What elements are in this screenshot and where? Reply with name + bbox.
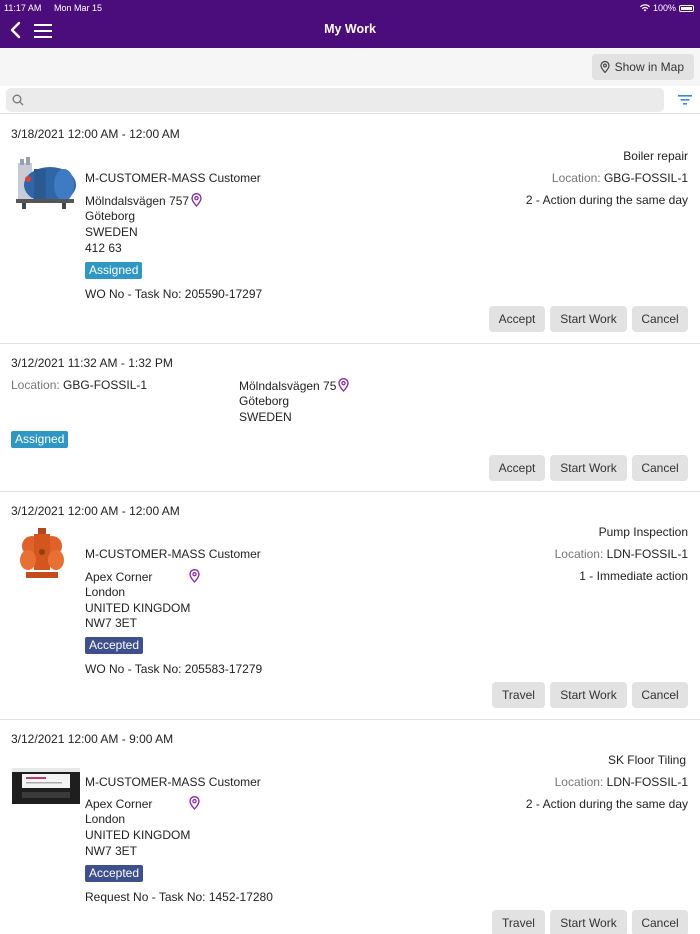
show-in-map-label: Show in Map bbox=[614, 60, 684, 74]
address-line-1: Mölndalsvägen 757 bbox=[85, 193, 202, 208]
location-label: Location: bbox=[554, 547, 604, 561]
address-country: SWEDEN bbox=[239, 410, 292, 424]
customer-name: M-CUSTOMER-MASS Customer bbox=[85, 775, 261, 789]
address-city: London bbox=[85, 585, 126, 599]
status-right: 100% bbox=[639, 2, 694, 14]
map-pin-icon[interactable] bbox=[338, 378, 350, 392]
wifi-icon bbox=[639, 4, 650, 12]
location-value: GBG-FOSSIL-1 bbox=[63, 378, 148, 392]
status-badge: Accepted bbox=[85, 865, 144, 882]
address-street: Mölndalsvägen 757 bbox=[85, 194, 190, 208]
start-work-button[interactable]: Start Work bbox=[550, 682, 627, 708]
battery-icon bbox=[679, 4, 694, 12]
status-badge: Assigned bbox=[85, 262, 143, 279]
work-item-card[interactable]: 3/18/2021 12:00 AM - 12:00 AM M-CUSTOMER… bbox=[0, 115, 700, 344]
screenshot-thumbnail bbox=[12, 768, 80, 804]
search-icon bbox=[12, 94, 24, 106]
work-item-datetime: 3/18/2021 12:00 AM - 12:00 AM bbox=[11, 127, 180, 141]
location-field: Location: LDN-FOSSIL-1 bbox=[555, 547, 688, 561]
work-item-card[interactable]: 3/12/2021 12:00 AM - 12:00 AM M-CUSTOMER… bbox=[0, 492, 700, 720]
work-order-reference: WO No - Task No: 205590-17297 bbox=[85, 287, 263, 301]
address-country: UNITED KINGDOM bbox=[85, 828, 191, 842]
map-pin-icon[interactable] bbox=[191, 193, 202, 207]
location-value: GBG-FOSSIL-1 bbox=[603, 171, 688, 185]
customer-name: M-CUSTOMER-MASS Customer bbox=[85, 547, 261, 561]
work-item-datetime: 3/12/2021 11:32 AM - 1:32 PM bbox=[11, 356, 173, 370]
status-bar: 11:17 AM Mon Mar 15 100% bbox=[0, 2, 700, 14]
show-in-map-button[interactable]: Show in Map bbox=[591, 54, 694, 80]
location-label: Location: bbox=[554, 775, 604, 789]
page-title: My Work bbox=[324, 22, 376, 36]
task-title: Boiler repair bbox=[623, 149, 688, 163]
address-city: Göteborg bbox=[239, 394, 290, 408]
travel-button[interactable]: Travel bbox=[492, 682, 545, 708]
priority-text: 2 - Action during the same day bbox=[525, 193, 688, 207]
toolbar: Show in Map bbox=[0, 48, 700, 86]
status-time: 11:17 AM bbox=[4, 3, 42, 13]
address-street: Apex Corner bbox=[85, 797, 153, 811]
address-country: UNITED KINGDOM bbox=[85, 601, 191, 615]
status-badge: Assigned bbox=[11, 431, 69, 448]
cancel-button[interactable]: Cancel bbox=[632, 910, 688, 934]
work-item-card[interactable]: 3/12/2021 11:32 AM - 1:32 PM Location: G… bbox=[0, 344, 700, 492]
work-item-card[interactable]: 3/12/2021 12:00 AM - 9:00 AM M-CUSTOMER-… bbox=[0, 720, 700, 934]
address-street: Apex Corner bbox=[85, 570, 153, 584]
location-label: Location: bbox=[551, 171, 601, 185]
start-work-button[interactable]: Start Work bbox=[550, 455, 627, 481]
pump-image bbox=[20, 528, 64, 578]
search-bar bbox=[0, 86, 700, 114]
address-postcode: 412 63 bbox=[85, 241, 122, 255]
location-label: Location: bbox=[11, 378, 60, 392]
address-city: Göteborg bbox=[85, 209, 136, 223]
address-line-1: Mölndalsvägen 75 bbox=[239, 378, 350, 393]
work-item-datetime: 3/12/2021 12:00 AM - 12:00 AM bbox=[11, 504, 180, 518]
location-value: LDN-FOSSIL-1 bbox=[606, 775, 688, 789]
location-value: LDN-FOSSIL-1 bbox=[606, 547, 688, 561]
filter-icon[interactable] bbox=[678, 94, 692, 106]
search-input[interactable] bbox=[6, 88, 664, 112]
app-header: 11:17 AM Mon Mar 15 100% My Work bbox=[0, 0, 700, 48]
travel-button[interactable]: Travel bbox=[492, 910, 545, 934]
start-work-button[interactable]: Start Work bbox=[550, 306, 627, 332]
boiler-image bbox=[16, 157, 76, 209]
cancel-button[interactable]: Cancel bbox=[632, 455, 688, 481]
accept-button[interactable]: Accept bbox=[489, 306, 545, 332]
cancel-button[interactable]: Cancel bbox=[632, 306, 688, 332]
status-date: Mon Mar 15 bbox=[54, 3, 103, 13]
priority-text: 2 - Action during the same day bbox=[525, 797, 688, 811]
map-pin-icon[interactable] bbox=[189, 796, 200, 810]
work-item-datetime: 3/12/2021 12:00 AM - 9:00 AM bbox=[11, 732, 174, 746]
cancel-button[interactable]: Cancel bbox=[632, 682, 688, 708]
address-city: London bbox=[85, 812, 126, 826]
address-postcode: NW7 3ET bbox=[85, 616, 138, 630]
status-badge: Accepted bbox=[85, 637, 144, 654]
accept-button[interactable]: Accept bbox=[489, 455, 545, 481]
location-field: Location: LDN-FOSSIL-1 bbox=[555, 775, 688, 789]
work-order-reference: WO No - Task No: 205583-17279 bbox=[85, 662, 263, 676]
start-work-button[interactable]: Start Work bbox=[550, 910, 627, 934]
address-country: SWEDEN bbox=[85, 225, 138, 239]
address-street: Mölndalsvägen 75 bbox=[239, 379, 337, 393]
location-field: Location: GBG-FOSSIL-1 bbox=[552, 171, 688, 185]
task-title: SK Floor Tiling bbox=[607, 753, 686, 767]
customer-name: M-CUSTOMER-MASS Customer bbox=[85, 171, 261, 185]
priority-text: 1 - Immediate action bbox=[579, 569, 688, 583]
map-pin-icon[interactable] bbox=[189, 569, 200, 583]
battery-percent: 100% bbox=[652, 3, 676, 13]
request-reference: Request No - Task No: 1452-17280 bbox=[85, 890, 273, 904]
task-title: Pump Inspection bbox=[598, 525, 688, 539]
location-field: Location: GBG-FOSSIL-1 bbox=[11, 378, 147, 392]
address-postcode: NW7 3ET bbox=[85, 844, 138, 858]
map-pin-icon bbox=[600, 61, 610, 73]
